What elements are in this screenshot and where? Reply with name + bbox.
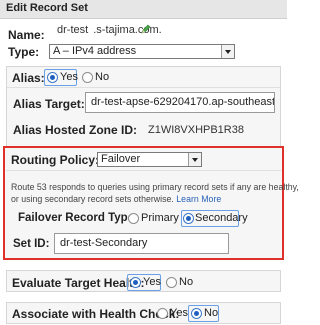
health-check-label: Associate with Health Check: xyxy=(12,307,180,321)
health-check-no-label[interactable]: No xyxy=(204,307,218,319)
routing-description-line2: or using secondary record sets otherwise… xyxy=(11,194,221,204)
alias-label: Alias: xyxy=(12,71,45,85)
alias-no-radio[interactable] xyxy=(82,72,93,83)
type-select[interactable]: A – IPv4 address xyxy=(49,44,235,59)
routing-policy-value: Failover xyxy=(101,153,141,165)
evaluate-yes-label[interactable]: Yes xyxy=(143,276,161,288)
failover-record-type-label: Failover Record Type: xyxy=(18,212,138,224)
name-value-text: dr-test xyxy=(57,24,89,36)
failover-primary-label[interactable]: Primary xyxy=(141,212,179,224)
failover-primary-radio[interactable] xyxy=(128,213,139,224)
evaluate-target-health-label: Evaluate Target Health: xyxy=(12,276,145,290)
edit-pencil-icon[interactable] xyxy=(140,23,152,35)
chevron-down-icon xyxy=(221,45,234,58)
name-label: Name: xyxy=(8,28,45,42)
learn-more-link[interactable]: Learn More xyxy=(176,194,221,204)
routing-policy-label: Routing Policy: xyxy=(11,153,99,167)
alias-no-label[interactable]: No xyxy=(95,71,109,83)
set-id-input[interactable]: dr-test-Secondary xyxy=(54,233,229,254)
failover-secondary-radio[interactable] xyxy=(183,213,194,224)
routing-divider xyxy=(6,170,281,171)
type-label: Type: xyxy=(8,45,40,59)
chevron-down-icon xyxy=(188,153,201,166)
evaluate-no-radio[interactable] xyxy=(166,277,177,288)
evaluate-yes-radio[interactable] xyxy=(130,277,141,288)
routing-description-line1: Route 53 responds to queries using prima… xyxy=(11,182,299,192)
alias-yes-radio[interactable] xyxy=(47,72,58,83)
alias-target-input[interactable]: dr-test-apse-629204170.ap-southeast-1. xyxy=(85,92,275,113)
alias-zone-value: Z1WI8VXHPB1R38 xyxy=(148,124,244,136)
alias-divider xyxy=(7,87,280,88)
type-select-value: A – IPv4 address xyxy=(53,45,137,57)
set-id-label: Set ID: xyxy=(13,238,50,250)
failover-secondary-label[interactable]: Secondary xyxy=(195,212,248,224)
alias-target-label: Alias Target: xyxy=(13,97,85,111)
alias-yes-label[interactable]: Yes xyxy=(60,71,78,83)
evaluate-no-label[interactable]: No xyxy=(179,276,193,288)
dialog-title: Edit Record Set xyxy=(6,2,88,14)
routing-description-text: or using secondary record sets otherwise… xyxy=(11,194,174,204)
alias-zone-label: Alias Hosted Zone ID: xyxy=(13,123,138,137)
health-check-no-radio[interactable] xyxy=(191,308,202,319)
health-check-yes-radio[interactable] xyxy=(157,308,168,319)
routing-policy-select[interactable]: Failover xyxy=(97,152,202,167)
health-check-yes-label[interactable]: Yes xyxy=(170,307,188,319)
dialog-title-bar: Edit Record Set xyxy=(0,0,287,19)
